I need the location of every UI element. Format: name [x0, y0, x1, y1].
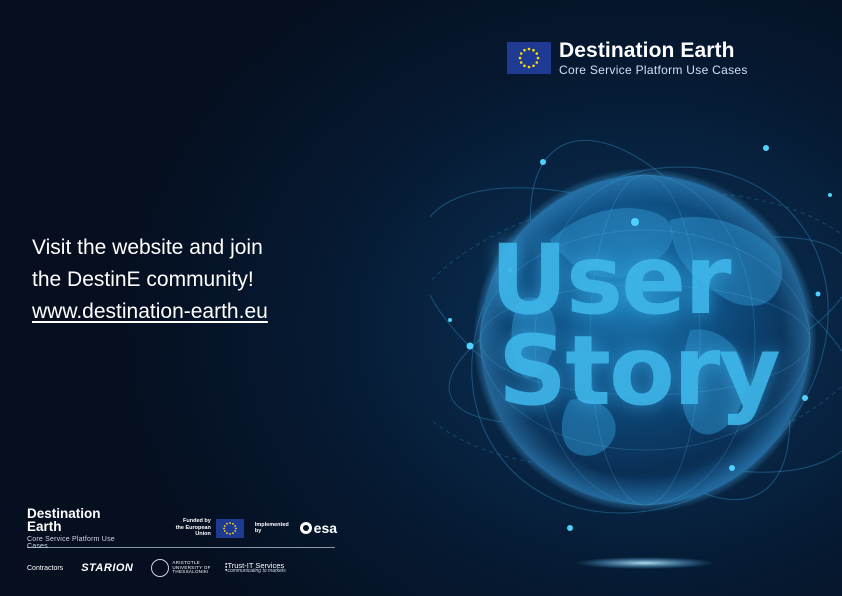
- esa-logo: esa: [299, 520, 338, 536]
- aristotle-university-logo: ARISTOTLE UNIVERSITY OF THESSALONIKI: [151, 559, 210, 577]
- implemented-by-label: Implemented by: [254, 522, 289, 534]
- esa-text: esa: [313, 520, 338, 536]
- funded-line-1: Funded by: [183, 518, 211, 525]
- esa-icon: [299, 522, 312, 534]
- brand-subtitle: Core Service Platform Use Cases: [559, 63, 748, 77]
- user-story-title: User Story: [490, 224, 790, 428]
- footer-brand-title: Destination Earth: [27, 505, 101, 534]
- footer-brand-subtitle: Core Service Platform Use Cases: [27, 535, 115, 550]
- cta-line-2: the DestinE community!: [32, 268, 254, 291]
- cta-line-1: Visit the website and join: [32, 236, 263, 259]
- auth-line-3: THESSALONIKI: [172, 569, 209, 575]
- funded-line-2: the European Union: [175, 524, 211, 538]
- university-seal-icon: [151, 559, 170, 577]
- eu-flag-icon: [507, 42, 551, 74]
- funded-by-label: Funded by the European Union: [161, 518, 211, 538]
- header-brand: Destination Earth Core Service Platform …: [507, 39, 748, 77]
- contractors-label: Contractors: [27, 564, 64, 572]
- trust-it-tagline: communicating to markets: [227, 568, 286, 575]
- footer: Destination Earth Core Service Platform …: [27, 506, 338, 579]
- website-link[interactable]: www.destination-earth.eu: [32, 300, 268, 323]
- title-word-story: Story: [498, 315, 781, 428]
- footer-brand: Destination Earth Core Service Platform …: [27, 505, 133, 550]
- starion-logo: STARION: [81, 562, 134, 574]
- poster: User Story Destination Earth Core Servic…: [0, 0, 842, 596]
- call-to-action: Visit the website and join the DestinE c…: [32, 232, 268, 328]
- eu-flag-small-icon: [215, 518, 244, 538]
- title-word-user: User: [490, 224, 732, 336]
- brand-title: Destination Earth: [559, 39, 735, 62]
- trust-it-logo: ⫶ Trust-IT Services communicating to mar…: [225, 562, 286, 575]
